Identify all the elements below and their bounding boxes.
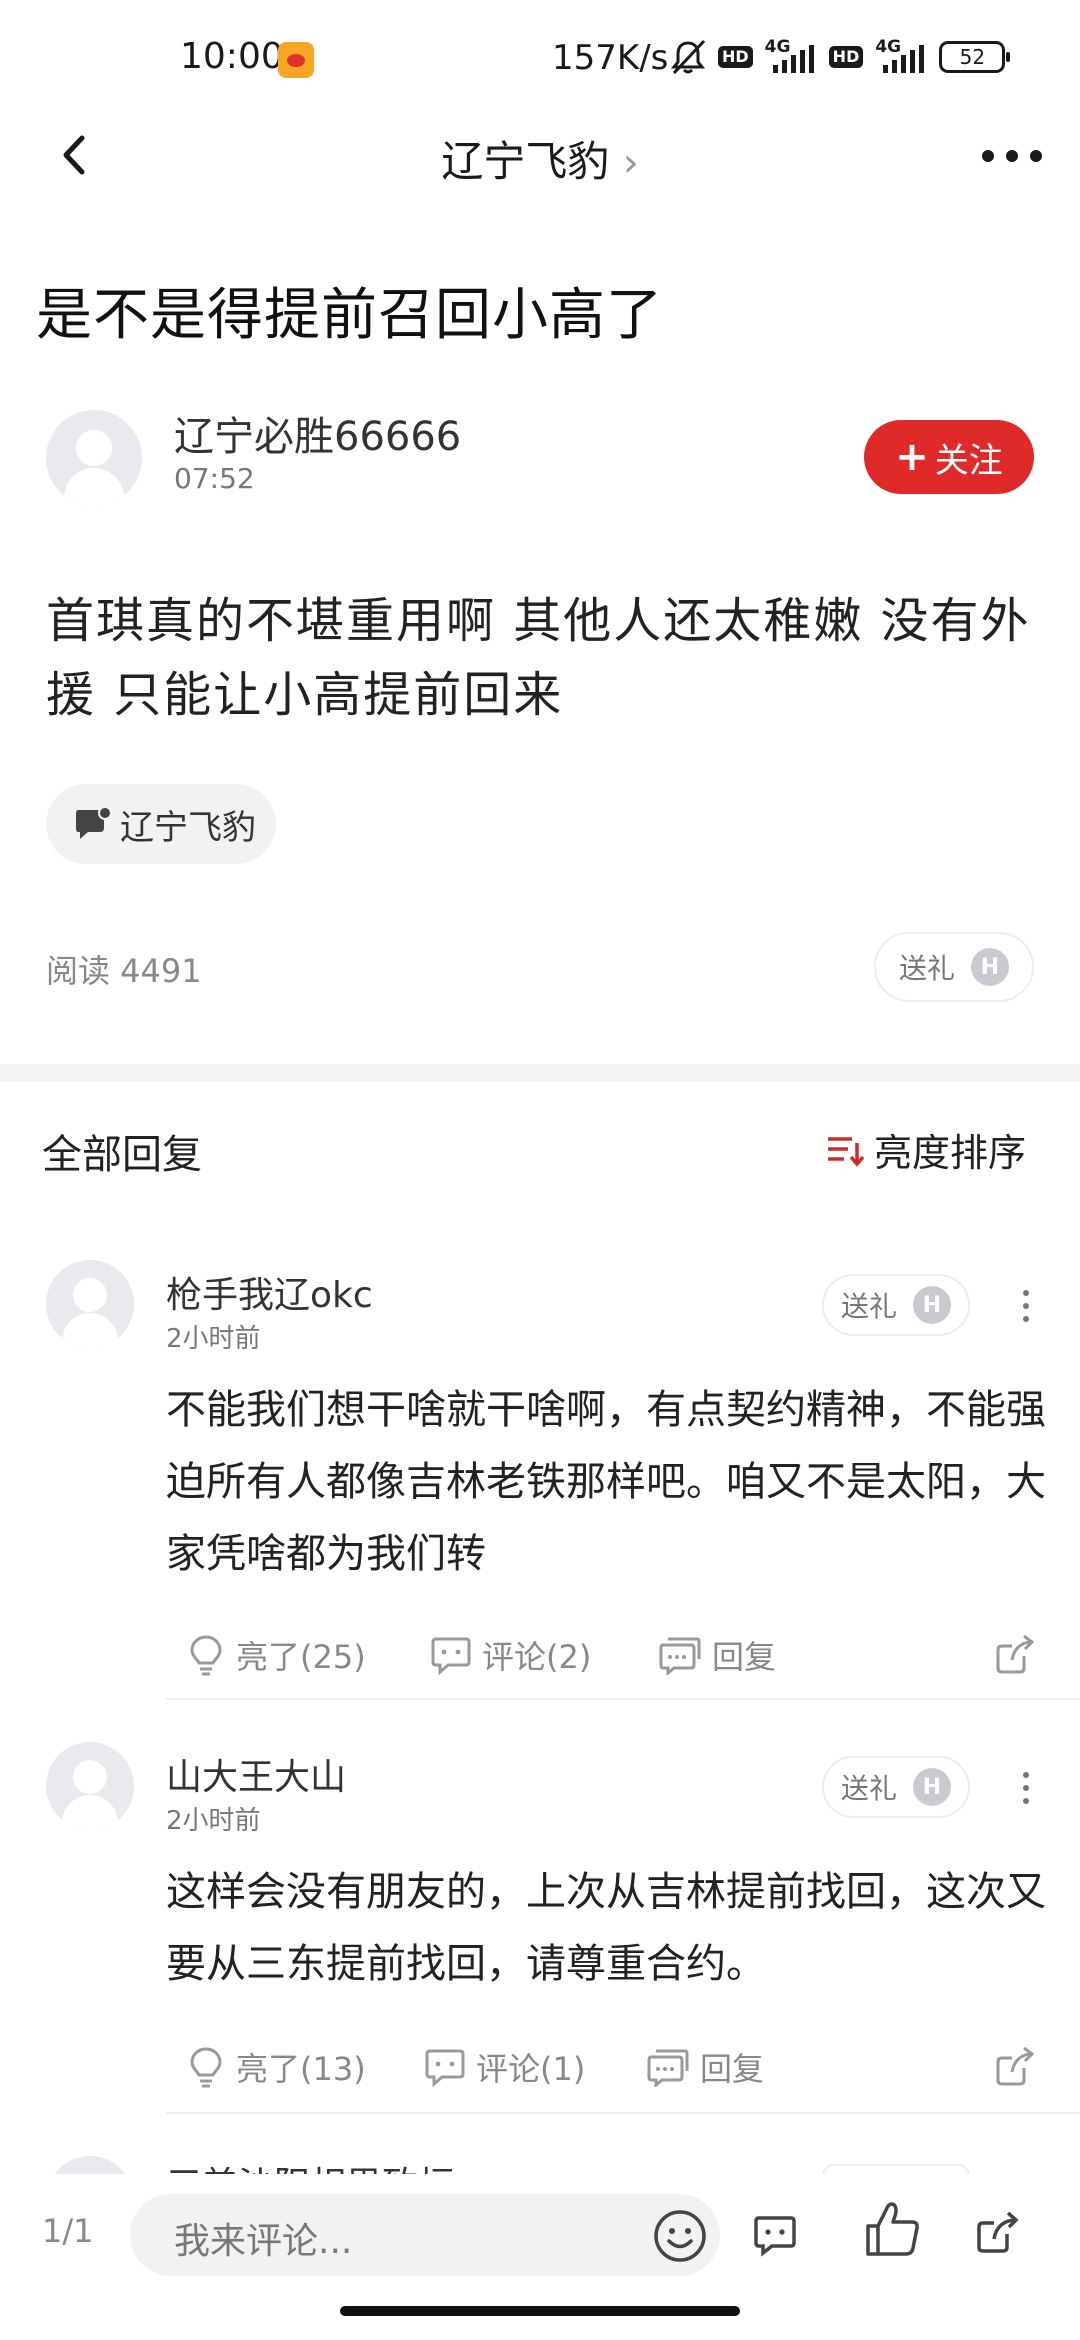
gift-button[interactable]: 送礼 H [874, 932, 1034, 1002]
status-bar: 10:00 157K/s HD 4G HD 4G 52 [0, 0, 1080, 120]
gift-label: 送礼 [898, 952, 955, 985]
hd-badge: HD [718, 46, 753, 68]
reply-time: 2小时前 [166, 1324, 261, 1354]
comment-input-placeholder: 我来评论... [174, 2221, 353, 2262]
chevron-right-icon: › [622, 140, 639, 186]
topic-tag[interactable]: 辽宁飞豹 [46, 784, 276, 864]
share-icon[interactable] [994, 1634, 1036, 1676]
section-divider [0, 1064, 1080, 1082]
comment-icon [431, 1637, 471, 1675]
comment-action[interactable]: 评论(1) [424, 2044, 585, 2090]
lightbulb-icon [190, 2047, 222, 2088]
topic-icon [76, 806, 112, 839]
weibo-icon [278, 42, 314, 78]
reply-action[interactable]: 回复 [646, 2044, 764, 2090]
reply-text: 这样会没有朋友的，上次从吉林提前找回，这次又要从三东提前找回，请尊重合约。 [166, 1869, 1046, 1987]
reply-icon [659, 1637, 701, 1675]
reply-action[interactable]: 回复 [658, 1632, 776, 1678]
author-name[interactable]: 辽宁必胜66666 [174, 404, 461, 462]
reply-author-name[interactable]: 枪手我辽okc [166, 1266, 373, 1318]
like-action[interactable]: 亮了(25) [186, 1632, 366, 1678]
reply-time: 2小时前 [166, 1806, 261, 1836]
reply-divider [166, 1698, 1080, 1700]
reply-text: 不能我们想干啥就干啥啊，有点契约精神，不能强迫所有人都像吉林老铁那样吧。咱又不是… [166, 1387, 1046, 1577]
sort-label: 亮度排序 [874, 1131, 1027, 1175]
comment-input[interactable]: 我来评论... [130, 2194, 720, 2276]
post-title: 是不是得提前召回小高了 [36, 283, 663, 348]
follow-label: 关注 [934, 440, 1003, 481]
lightbulb-icon [190, 1635, 222, 1676]
hd-badge: HD [828, 46, 864, 68]
home-indicator[interactable] [340, 2306, 740, 2316]
comment-icon [425, 2049, 465, 2087]
reply-author-name: 三美沙阳相思致桓 [166, 2156, 454, 2176]
comment-label: 评论(1) [476, 2050, 586, 2088]
page-indicator[interactable]: 1/1 [42, 2212, 94, 2250]
h-coin-icon: H [971, 948, 1009, 986]
follow-button[interactable]: + 关注 [864, 420, 1034, 494]
h-coin-icon: H [913, 1768, 951, 1806]
sort-button[interactable]: 亮度排序 [826, 1122, 1026, 1177]
battery-icon: 52 [939, 41, 1011, 73]
reply-label: 回复 [700, 2050, 765, 2088]
more-options-button[interactable] [976, 136, 1048, 176]
gift-label: 送礼 [840, 1772, 897, 1805]
read-count: 阅读 4491 [46, 952, 202, 990]
network-speed: 157K/s [552, 38, 669, 78]
share-icon[interactable] [974, 2210, 1020, 2256]
status-icons: HD 4G HD 4G 52 [668, 36, 1011, 78]
all-replies-title: 全部回复 [42, 1132, 202, 1178]
like-label: 亮了(13) [236, 2050, 366, 2088]
gift-label: 送礼 [840, 1290, 897, 1323]
avatar [46, 2156, 134, 2176]
mute-icon [670, 39, 706, 75]
forum-title-text: 辽宁飞豹 [441, 137, 610, 186]
comment-label: 评论(2) [482, 1638, 592, 1676]
signal-icon: 4G [763, 37, 819, 77]
status-time: 10:00 [180, 36, 284, 77]
topic-tag-label: 辽宁飞豹 [120, 807, 256, 848]
avatar[interactable] [46, 410, 142, 506]
like-icon[interactable] [862, 2198, 922, 2260]
post-time: 07:52 [174, 462, 255, 495]
share-icon[interactable] [994, 2046, 1036, 2088]
reply-more-button[interactable] [1016, 1768, 1036, 1808]
comment-action[interactable]: 评论(2) [430, 1632, 591, 1678]
gift-button[interactable]: 送礼 H [822, 1756, 970, 1818]
emoji-icon[interactable] [652, 2208, 708, 2264]
h-coin-icon: H [913, 1286, 951, 1324]
reply-divider [166, 2112, 1080, 2114]
comment-icon[interactable] [752, 2212, 798, 2258]
post-body: 首琪真的不堪重用啊 其他人还太稚嫩 没有外援 只能让小高提前回来 [46, 593, 1031, 723]
reply-author-name[interactable]: 山大王大山 [166, 1748, 346, 1800]
reply-label: 回复 [712, 1638, 777, 1676]
forum-title[interactable]: 辽宁飞豹 › [0, 128, 1080, 189]
reply-icon [647, 2049, 689, 2087]
like-label: 亮了(25) [236, 1638, 366, 1676]
plus-icon: + [895, 434, 929, 480]
avatar[interactable] [46, 1260, 134, 1348]
gift-button[interactable]: 送礼 H [822, 1274, 970, 1336]
avatar[interactable] [46, 1742, 134, 1830]
signal-icon: 4G [873, 37, 929, 77]
like-action[interactable]: 亮了(13) [186, 2044, 366, 2090]
reply-more-button[interactable] [1016, 1286, 1036, 1326]
sort-icon [828, 1136, 864, 1167]
